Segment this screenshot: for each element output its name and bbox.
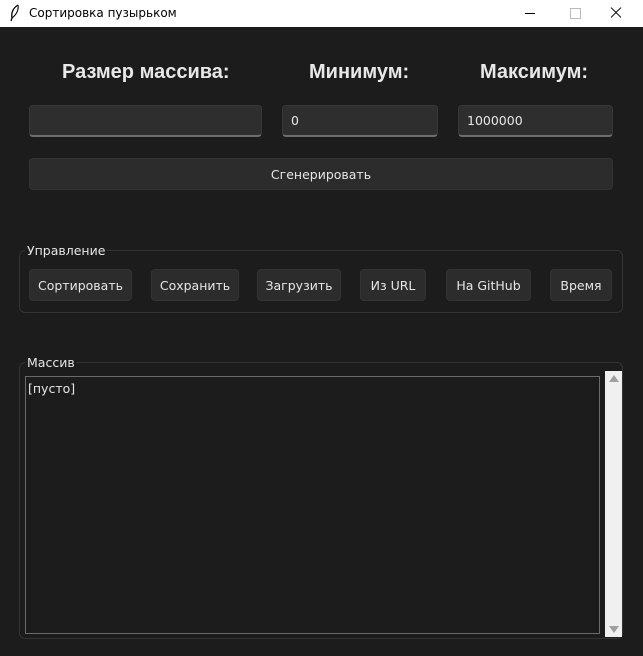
generate-button[interactable]: Сгенерировать [29,158,613,190]
scroll-up-arrow-icon[interactable] [609,375,619,382]
array-content: [пусто] [28,381,76,396]
maximize-button[interactable] [549,0,593,27]
sort-button[interactable]: Сортировать [29,269,132,301]
time-button[interactable]: Время [550,269,612,301]
minimum-label: Минимум: [309,61,410,83]
title-bar: Сортировка пузырьком [0,0,643,27]
maximum-input[interactable] [458,105,613,137]
from-url-button[interactable]: Из URL [360,269,426,301]
array-textarea[interactable]: [пусто] [25,376,600,634]
app-window: Сортировка пузырьком Размер массива: Мин… [0,0,643,656]
maximum-label: Максимум: [480,61,589,83]
scroll-down-arrow-icon[interactable] [609,626,619,633]
array-group-label: Массив [25,355,77,370]
to-github-button[interactable]: На GitHub [446,269,531,301]
window-title: Сортировка пузырьком [29,6,177,20]
minimum-input[interactable] [282,105,438,137]
control-group-label: Управление [25,243,108,258]
array-size-input[interactable] [29,105,262,137]
load-button[interactable]: Загрузить [257,269,341,301]
vertical-scrollbar[interactable] [605,371,622,637]
feather-icon [10,4,19,22]
save-button[interactable]: Сохранить [151,269,239,301]
close-button[interactable] [596,0,640,27]
minimize-button[interactable] [503,0,547,27]
array-size-label: Размер массива: [62,61,230,83]
